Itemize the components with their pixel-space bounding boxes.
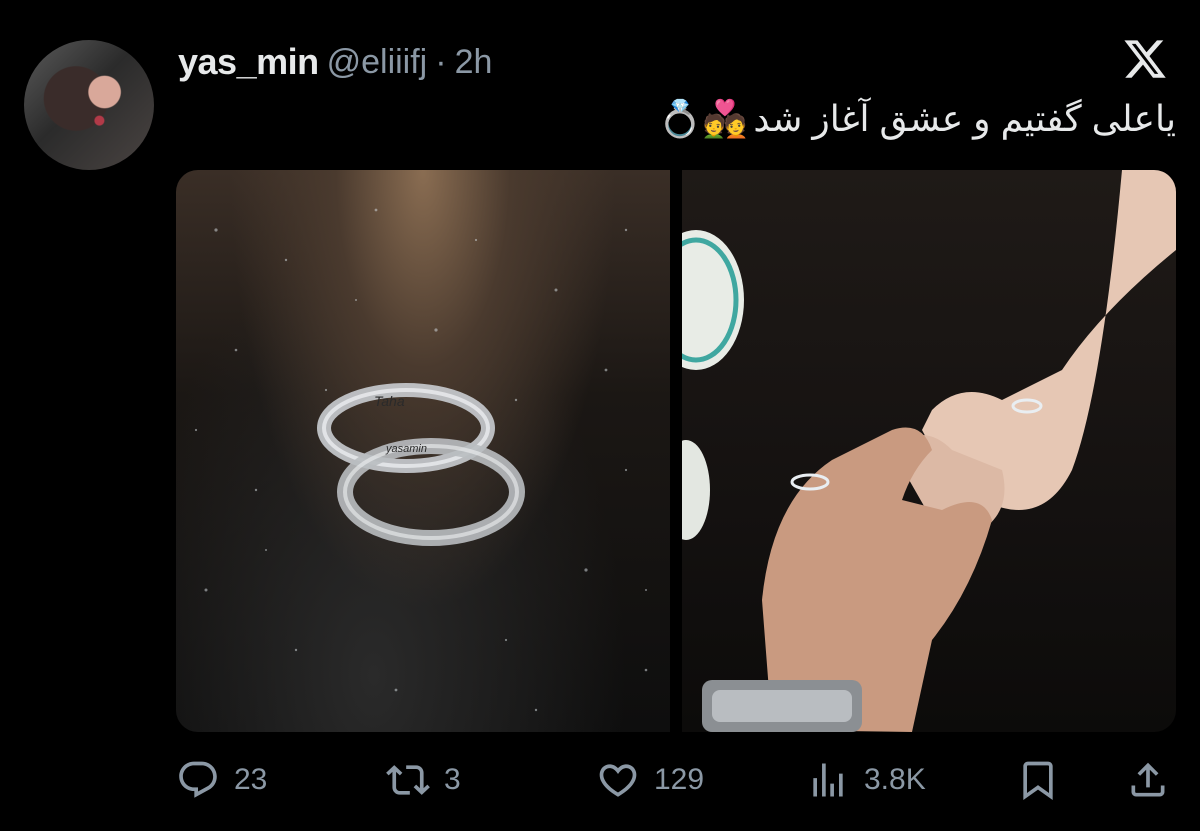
like-button[interactable]: 129	[596, 752, 704, 808]
rings-illustration: Taha yasamin	[194, 208, 648, 712]
photo-hands[interactable]	[682, 170, 1176, 732]
retweet-icon	[386, 765, 430, 795]
ring-engraving-yasamin: yasamin	[385, 443, 427, 455]
action-bar: 23 3 129 3.8K	[176, 752, 1176, 808]
tweet-header: yas_min @eliiifj · 2h	[178, 40, 492, 84]
x-logo-icon	[1124, 40, 1166, 78]
tweet-text: یاعلی گفتیم و عشق آغاز شد 💑💍	[658, 92, 1176, 146]
retweet-count: 3	[444, 763, 461, 796]
separator-dot: ·	[435, 42, 447, 81]
views-icon	[813, 763, 843, 797]
share-button[interactable]	[1126, 752, 1170, 808]
tweet-text-body: یاعلی گفتیم و عشق آغاز شد	[753, 98, 1176, 139]
heart-icon	[599, 764, 637, 797]
like-count: 129	[654, 763, 705, 796]
views-count: 3.8K	[864, 763, 926, 796]
media-gallery: Taha yasamin	[176, 170, 1176, 732]
views-button[interactable]: 3.8K	[806, 752, 926, 808]
photo-rings[interactable]: Taha yasamin	[176, 170, 670, 732]
bookmark-button[interactable]	[1016, 752, 1060, 808]
user-handle[interactable]: @eliiifj	[327, 43, 428, 82]
display-name[interactable]: yas_min	[178, 41, 319, 83]
bookmark-icon	[1023, 761, 1053, 801]
avatar[interactable]	[24, 40, 154, 170]
retweet-button[interactable]: 3	[386, 752, 461, 808]
ring-engraving-taha: Taha	[374, 393, 405, 409]
reply-button[interactable]: 23	[176, 752, 267, 808]
reply-count: 23	[234, 763, 268, 796]
tweet-emojis: 💑💍	[657, 98, 748, 139]
hands-illustration	[682, 170, 1176, 732]
timestamp[interactable]: 2h	[455, 43, 493, 82]
share-icon	[1131, 762, 1165, 797]
reply-icon	[179, 761, 217, 798]
